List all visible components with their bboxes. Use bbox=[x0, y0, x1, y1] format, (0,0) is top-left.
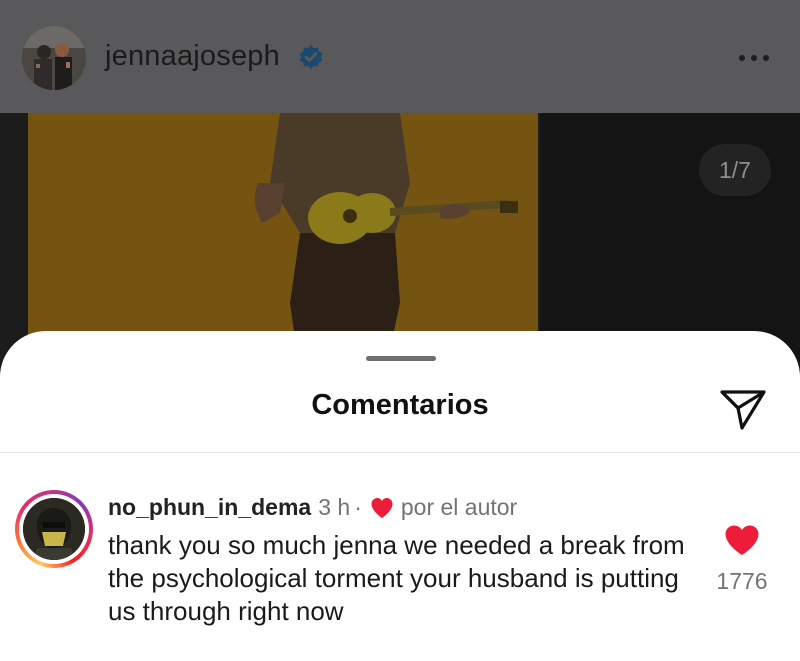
comment-like-count: 1776 bbox=[716, 568, 768, 594]
send-paper-plane-icon[interactable] bbox=[718, 386, 768, 432]
comment-time: 3 h bbox=[318, 494, 351, 520]
commenter-username[interactable]: no_phun_in_dema bbox=[108, 494, 311, 521]
post-author-avatar[interactable] bbox=[22, 26, 86, 90]
commenter-avatar-story-ring[interactable] bbox=[15, 490, 93, 568]
commenter-avatar bbox=[23, 498, 85, 560]
comments-sheet: Comentarios no_phun_in_dema 3 h · por el… bbox=[0, 331, 800, 661]
comment-text: thank you so much jenna we needed a brea… bbox=[108, 530, 685, 626]
drag-handle[interactable] bbox=[366, 356, 436, 361]
post-header: jennaajoseph bbox=[0, 0, 800, 113]
more-options-icon[interactable] bbox=[732, 44, 776, 72]
verified-badge-icon bbox=[299, 45, 323, 69]
like-heart-icon[interactable] bbox=[724, 524, 760, 556]
comment-item: no_phun_in_dema 3 h · por el autor thank… bbox=[0, 453, 800, 653]
comment-meta: no_phun_in_dema 3 h · por el autor bbox=[108, 494, 517, 521]
meta-separator: · bbox=[354, 494, 362, 520]
post-username[interactable]: jennaajoseph bbox=[105, 40, 280, 73]
carousel-counter: 1/7 bbox=[699, 144, 771, 196]
sheet-title: Comentarios bbox=[311, 389, 489, 421]
liked-by-author-heart-icon bbox=[371, 497, 393, 518]
liked-by-author-label: por el autor bbox=[400, 494, 518, 520]
